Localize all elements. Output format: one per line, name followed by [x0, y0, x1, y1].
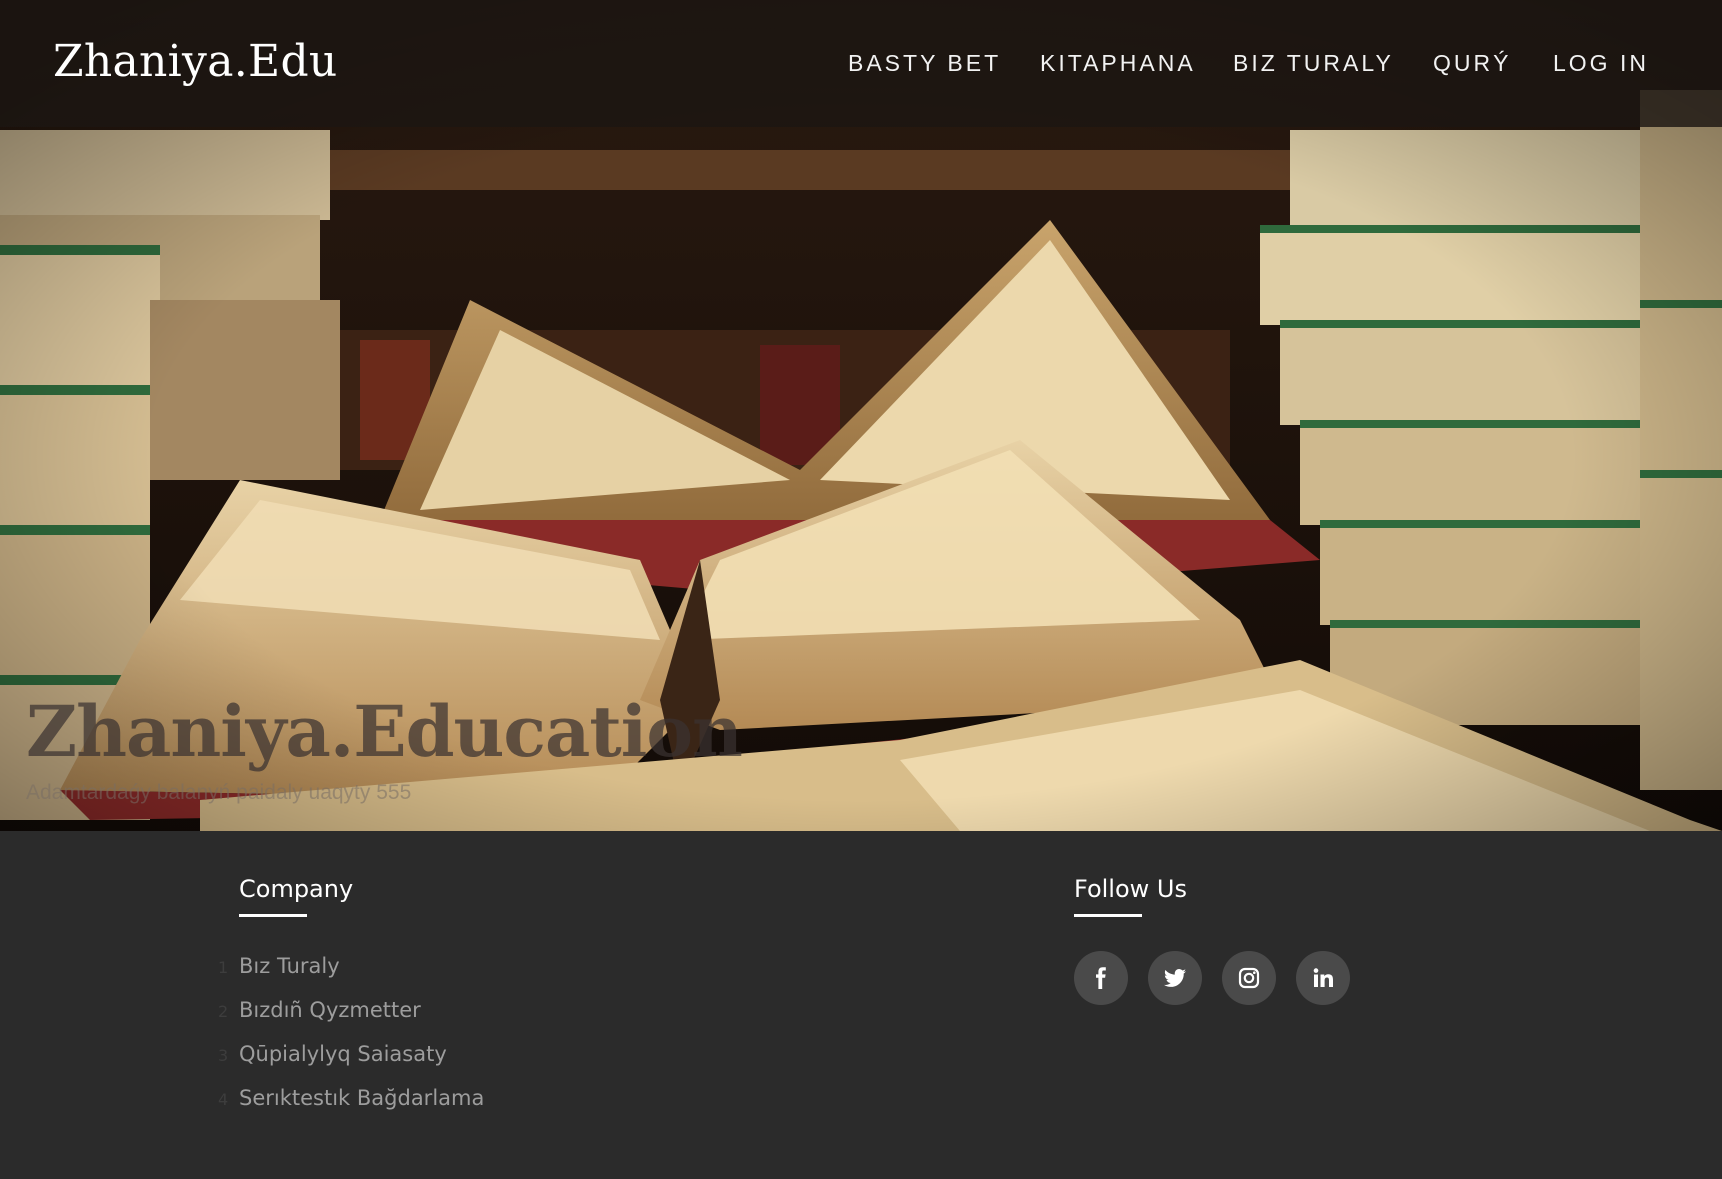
site-logo[interactable]: Zhaniya.Edu: [53, 36, 338, 87]
footer-link-qupialylyq-saiasaty[interactable]: Qūpialylyq Saiasaty: [239, 1042, 447, 1066]
footer-company-underline: [239, 914, 307, 917]
footer-company-title: Company: [239, 875, 354, 903]
nav-link-log-in[interactable]: LOG IN: [1553, 50, 1649, 77]
hero-title: Zhaniya.Education: [26, 690, 743, 773]
linkedin-icon: [1313, 968, 1333, 987]
instagram-button[interactable]: [1222, 951, 1276, 1005]
linkedin-button[interactable]: [1296, 951, 1350, 1005]
hero-subtitle: Adamtardaǵy balanyń paidaly uaqyty 555: [26, 781, 412, 804]
list-number: 4: [218, 1090, 229, 1109]
nav-link-biz-turaly[interactable]: BIZ TURALY: [1233, 50, 1394, 77]
footer-follow-title: Follow Us: [1074, 875, 1187, 903]
nav-link-basty-bet[interactable]: BASTY BET: [848, 50, 1001, 77]
facebook-button[interactable]: [1074, 951, 1128, 1005]
top-navbar: Zhaniya.Edu BASTY BET KITAPHANA BIZ TURA…: [0, 0, 1722, 127]
hero-section: Zhaniya.Edu BASTY BET KITAPHANA BIZ TURA…: [0, 0, 1722, 831]
facebook-icon: [1096, 967, 1106, 989]
instagram-icon: [1238, 967, 1260, 989]
footer-follow-underline: [1074, 914, 1142, 917]
twitter-button[interactable]: [1148, 951, 1202, 1005]
footer-link-seriktestik-bagdarlama[interactable]: Serıktestık Bağdarlama: [239, 1086, 484, 1110]
list-number: 2: [218, 1002, 229, 1021]
nav-link-kitaphana[interactable]: KITAPHANA: [1040, 50, 1196, 77]
site-footer: Company 1 Bız Turaly 2 Bızdıñ Qyzmetter …: [0, 831, 1722, 1179]
footer-link-biz-turaly[interactable]: Bız Turaly: [239, 954, 340, 978]
twitter-icon: [1164, 969, 1186, 987]
list-number: 3: [218, 1046, 229, 1065]
nav-link-qury[interactable]: QURÝ: [1433, 50, 1511, 77]
footer-link-bizdin-qyzmetter[interactable]: Bızdıñ Qyzmetter: [239, 998, 421, 1022]
list-number: 1: [218, 958, 229, 977]
